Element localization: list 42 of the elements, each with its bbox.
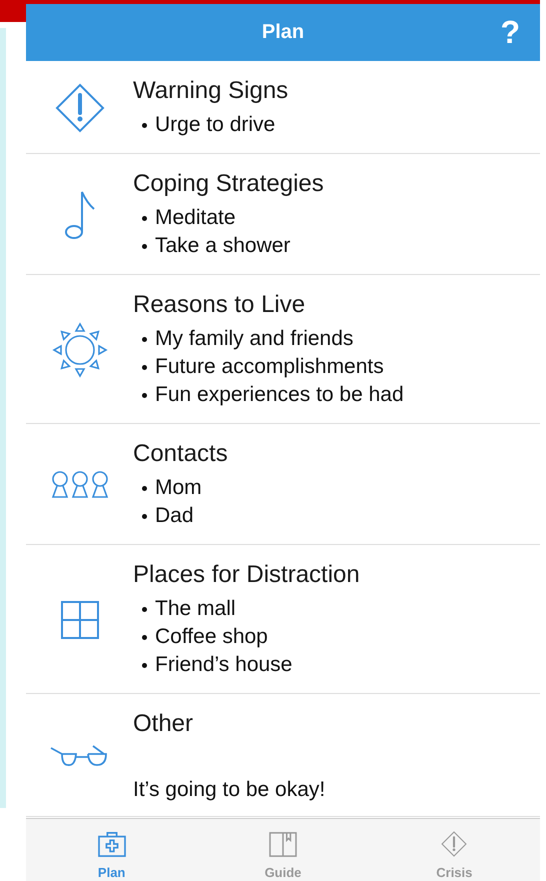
bullet-icon [142, 392, 146, 398]
help-button[interactable]: ? [500, 14, 520, 51]
section-title: Reasons to Live [133, 291, 306, 319]
list-item: My family and friends [155, 326, 354, 352]
bullet-icon [142, 244, 146, 248]
bullet-icon [142, 336, 146, 342]
list-item: Meditate [155, 205, 236, 231]
list-item: Fun experiences to be had [155, 382, 404, 408]
bullet-icon [142, 216, 146, 220]
book-icon [268, 831, 298, 857]
list-item: The mall [155, 596, 236, 622]
tab[interactable]: Guide [197, 819, 369, 881]
bullet-icon [142, 662, 146, 668]
tab[interactable]: Plan [26, 819, 198, 881]
bullet-icon [142, 486, 146, 490]
list-item: Urge to drive [155, 112, 276, 138]
bullet-icon [142, 364, 146, 370]
bullet-icon [142, 514, 146, 518]
list-item: Take a shower [155, 233, 290, 259]
list-item: Coffee shop [155, 624, 268, 650]
header-title: Plan [262, 21, 304, 44]
section-title: Other [133, 710, 194, 738]
warning-icon [54, 83, 104, 133]
tab[interactable]: Crisis [368, 819, 540, 881]
window-icon [60, 600, 100, 640]
medical-kit-icon [96, 831, 127, 857]
sun-icon [52, 322, 108, 378]
people-icon [50, 470, 110, 500]
music-note-icon [62, 189, 96, 241]
list-item: Mom [155, 475, 202, 501]
section-title: Warning Signs [133, 77, 288, 105]
bullet-icon [142, 606, 146, 612]
list-item: Dad [155, 503, 194, 529]
list-item: Future accomplishments [155, 354, 384, 380]
bullet-icon [142, 634, 146, 640]
note-text: It’s going to be okay! [133, 778, 326, 802]
section-title: Coping Strategies [133, 170, 324, 198]
glasses-icon [50, 744, 110, 768]
section-title: Places for Distraction [133, 561, 360, 589]
bullet-icon [142, 122, 146, 128]
section-title: Contacts [133, 440, 228, 468]
list-item: Friend’s house [155, 652, 292, 678]
